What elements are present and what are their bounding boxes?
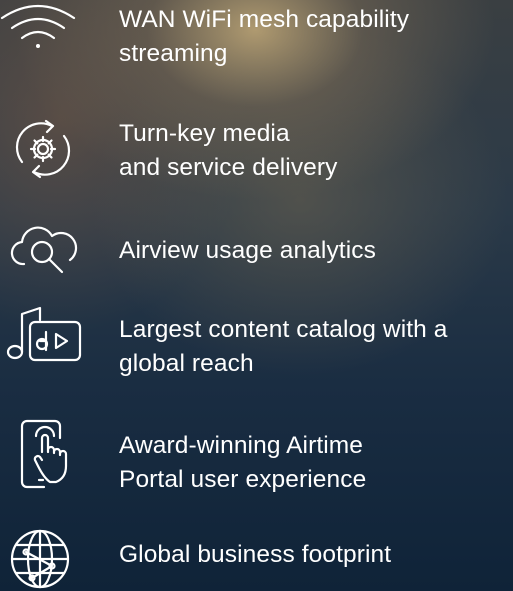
- feature-text-line: and service delivery: [119, 154, 338, 181]
- feature-label-wan-wifi: WAN WiFi mesh capability streaming: [119, 3, 409, 71]
- feature-label-airview-analytics: Airview usage analytics: [119, 234, 376, 268]
- feature-text-line: Award-winning Airtime: [119, 432, 364, 459]
- feature-text-line: global reach: [119, 350, 254, 377]
- tablet-touch-icon: [20, 419, 76, 490]
- feature-text-line: Global business footprint: [119, 541, 392, 568]
- gear-refresh-icon: [12, 116, 74, 182]
- wifi-icon: [0, 0, 80, 50]
- feature-text-line: streaming: [119, 40, 228, 67]
- feature-list: WAN WiFi mesh capability streaming Turn-…: [0, 0, 513, 591]
- feature-item-wan-wifi: WAN WiFi mesh capability streaming: [0, 0, 513, 80]
- feature-label-turnkey-media: Turn-key media and service delivery: [119, 117, 338, 185]
- music-video-icon: [0, 306, 86, 366]
- feature-item-global-footprint: Global business footprint: [0, 524, 513, 591]
- cloud-search-icon: [8, 222, 80, 276]
- feature-item-airtime-portal: Award-winning Airtime Portal user experi…: [0, 418, 513, 508]
- feature-item-airview-analytics: Airview usage analytics: [0, 222, 513, 282]
- globe-icon: [8, 528, 72, 590]
- feature-text-line: Portal user experience: [119, 466, 367, 493]
- feature-label-content-catalog: Largest content catalog with a global re…: [119, 313, 448, 381]
- feature-label-global-footprint: Global business footprint: [119, 538, 391, 572]
- feature-text-line: Largest content catalog with a: [119, 316, 448, 343]
- feature-text-line: Turn-key media: [119, 120, 290, 147]
- feature-text-line: WAN WiFi mesh capability: [119, 6, 410, 33]
- feature-item-content-catalog: Largest content catalog with a global re…: [0, 300, 513, 390]
- feature-item-turnkey-media: Turn-key media and service delivery: [0, 112, 513, 192]
- feature-label-airtime-portal: Award-winning Airtime Portal user experi…: [119, 429, 366, 497]
- feature-text-line: Airview usage analytics: [119, 237, 376, 264]
